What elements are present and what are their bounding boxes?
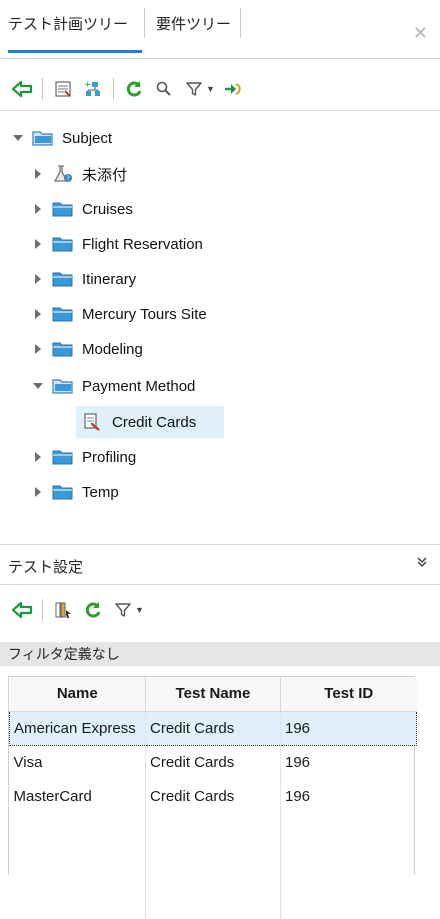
expand-arrow-icon[interactable] xyxy=(32,308,44,320)
refresh-icon[interactable] xyxy=(81,598,105,622)
back-arrow-icon[interactable] xyxy=(10,598,34,622)
tab-requirements-tree[interactable]: 要件ツリー xyxy=(156,14,231,42)
tree-node-mercury-tours-site[interactable]: Mercury Tours Site xyxy=(32,300,207,328)
folder-open-icon xyxy=(52,377,74,395)
cell-test-name: Credit Cards xyxy=(145,710,281,746)
expand-arrow-icon[interactable] xyxy=(32,273,44,285)
tree-node-label: Modeling xyxy=(82,340,143,358)
select-columns-icon[interactable] xyxy=(51,598,75,622)
expand-arrow-icon[interactable] xyxy=(32,168,44,180)
cell-name: American Express xyxy=(9,710,146,746)
svg-text:?: ? xyxy=(66,175,70,183)
tree-node-subject[interactable]: Subject xyxy=(12,124,112,152)
expand-arrow-icon[interactable] xyxy=(32,203,44,215)
cell-name: MasterCard xyxy=(9,779,146,813)
toolbar-separator xyxy=(42,78,43,100)
cell-test-id: 196 xyxy=(285,787,311,805)
tree-node-profiling[interactable]: Profiling xyxy=(32,443,136,471)
tab-separator xyxy=(240,8,241,38)
tree-node-flight-reservation[interactable]: Flight Reservation xyxy=(32,230,203,258)
cell-test-name: Credit Cards xyxy=(145,779,281,813)
expand-arrow-icon[interactable] xyxy=(32,451,44,463)
column-header-name[interactable]: Name xyxy=(9,677,146,712)
go-to-test-icon[interactable] xyxy=(221,77,245,101)
divider xyxy=(0,58,440,59)
folder-icon xyxy=(52,270,74,288)
tree-node-label: Itinerary xyxy=(82,270,137,288)
test-script-icon xyxy=(82,413,104,431)
cell-test-id: 196 xyxy=(285,753,311,771)
filter-status: フィルタ定義なし xyxy=(0,642,440,666)
tab-test-plan-tree[interactable]: テスト計画ツリー xyxy=(8,14,142,53)
refresh-icon[interactable] xyxy=(122,77,146,101)
cell-test-id: 196 xyxy=(280,710,417,746)
divider xyxy=(0,110,440,111)
tab-separator xyxy=(144,8,145,38)
tree-node-label: Profiling xyxy=(82,448,137,466)
tree-node-payment-method[interactable]: Payment Method xyxy=(32,372,195,400)
table-row[interactable]: Visa Credit Cards 196 xyxy=(9,745,417,779)
tree-toolbar: + ▼ xyxy=(0,69,440,109)
folder-icon xyxy=(52,448,74,466)
folder-icon xyxy=(52,200,74,218)
expand-arrow-icon[interactable] xyxy=(32,486,44,498)
expand-arrow-icon[interactable] xyxy=(32,380,44,392)
tab-label: 要件ツリー xyxy=(156,16,232,33)
tree-node-label: Mercury Tours Site xyxy=(82,305,207,323)
cell-test-name: Credit Cards xyxy=(145,745,281,779)
table-row[interactable]: MasterCard Credit Cards 196 xyxy=(9,779,417,813)
tree-node-label: 未添付 xyxy=(82,166,128,184)
tree-node-modeling[interactable]: Modeling xyxy=(32,335,143,363)
tree-node-cruises[interactable]: Cruises xyxy=(32,195,133,223)
folder-icon xyxy=(52,305,74,323)
search-icon[interactable] xyxy=(152,77,176,101)
cell-name: Visa xyxy=(9,745,146,779)
empty-row xyxy=(9,813,417,919)
tree-node-itinerary[interactable]: Itinerary xyxy=(32,265,136,293)
tree-node-label: Credit Cards xyxy=(112,413,197,431)
tab-strip: テスト計画ツリー 要件ツリー ✕ xyxy=(0,0,440,58)
collapse-icon[interactable] xyxy=(416,556,428,571)
folder-open-icon xyxy=(32,129,54,147)
column-header-test-id[interactable]: Test ID xyxy=(280,677,417,712)
unattached-flask-icon: ? xyxy=(52,165,74,183)
folder-icon xyxy=(52,235,74,253)
tree-node-credit-cards[interactable]: Credit Cards xyxy=(76,406,225,438)
filter-icon[interactable] xyxy=(111,598,135,622)
tree-node-label: Flight Reservation xyxy=(82,235,203,253)
back-arrow-icon[interactable] xyxy=(10,77,34,101)
tree-node-label: Payment Method xyxy=(82,377,196,395)
settings-toolbar: ▼ xyxy=(0,590,440,630)
expand-arrow-icon[interactable] xyxy=(32,238,44,250)
tab-label: テスト計画ツリー xyxy=(8,16,129,33)
folder-icon xyxy=(52,483,74,501)
details-icon[interactable] xyxy=(51,77,75,101)
expand-arrow-icon[interactable] xyxy=(32,343,44,355)
divider xyxy=(0,544,440,545)
chevron-down-icon[interactable]: ▼ xyxy=(135,605,144,615)
chevron-down-icon[interactable]: ▼ xyxy=(206,84,215,94)
tree-node-label: Cruises xyxy=(82,200,133,218)
tree-node-label: Subject xyxy=(62,129,113,147)
tree-node-temp[interactable]: Temp xyxy=(32,478,119,506)
divider xyxy=(0,584,440,585)
close-icon[interactable]: ✕ xyxy=(413,24,428,42)
tree-node-label: Temp xyxy=(82,483,119,501)
toolbar-separator xyxy=(113,78,114,100)
test-config-grid: Name Test Name Test ID American Express … xyxy=(8,676,417,919)
filter-icon[interactable] xyxy=(182,77,206,101)
svg-text:+: + xyxy=(84,80,92,90)
toolbar-separator xyxy=(42,599,43,621)
folder-icon xyxy=(52,340,74,358)
tree-node-unattached[interactable]: ? 未添付 xyxy=(32,160,127,188)
expand-arrow-icon[interactable] xyxy=(12,132,24,144)
panel-title: テスト設定 xyxy=(8,559,84,576)
table-row[interactable]: American Express Credit Cards 196 xyxy=(9,710,417,746)
column-header-test-name[interactable]: Test Name xyxy=(145,677,281,712)
new-folder-icon[interactable]: + xyxy=(81,77,105,101)
